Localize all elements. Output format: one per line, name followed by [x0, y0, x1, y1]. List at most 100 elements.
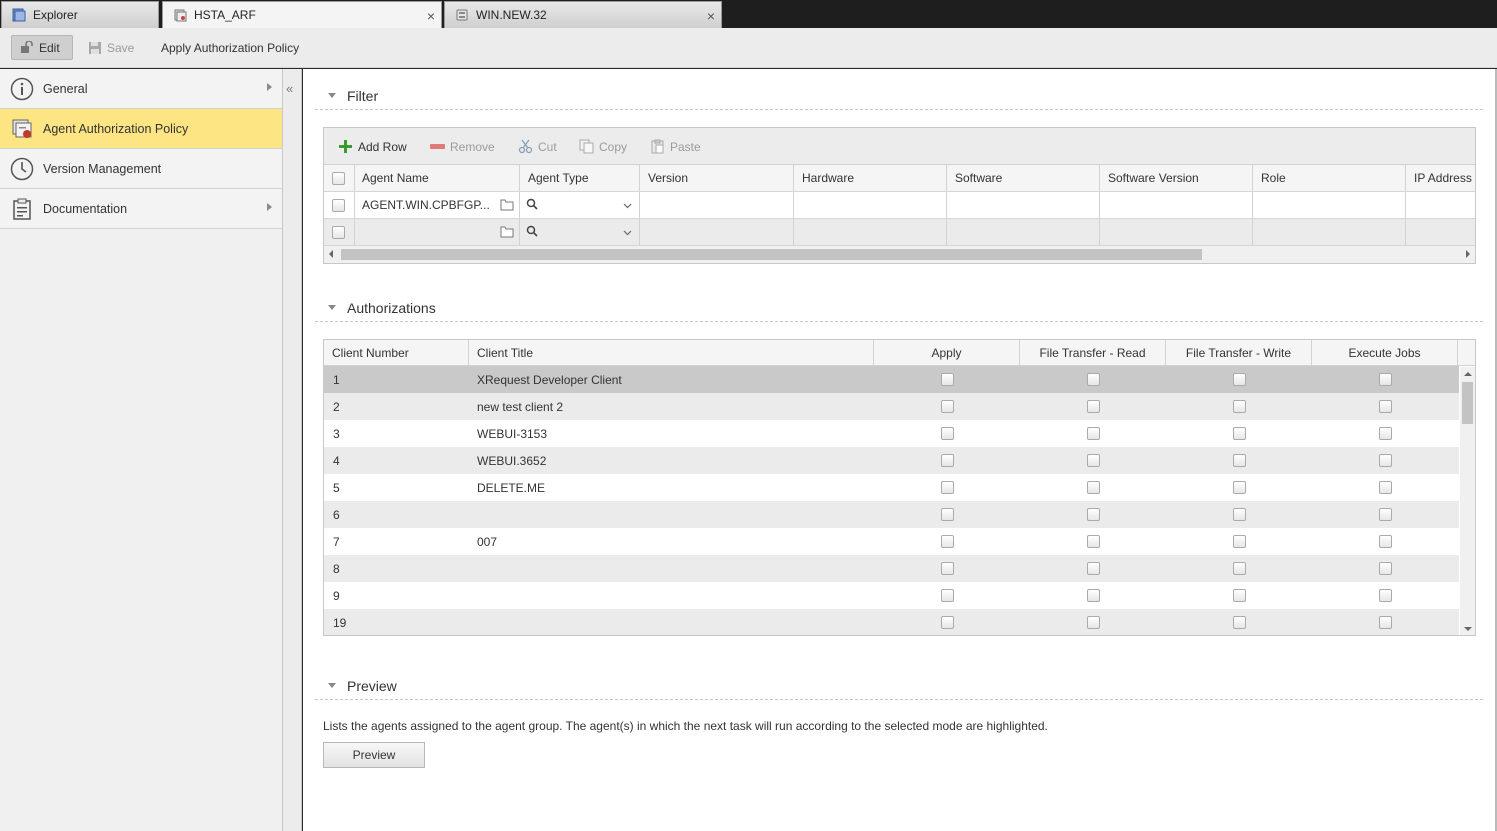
apply-authorization-policy-button[interactable]: Apply Authorization Policy — [153, 35, 307, 60]
remove-button[interactable]: Remove — [430, 139, 495, 154]
execute-jobs-checkbox[interactable] — [1378, 508, 1392, 521]
version-cell[interactable] — [640, 192, 794, 218]
software-cell[interactable] — [947, 192, 1100, 218]
hardware-cell[interactable] — [794, 219, 947, 245]
scroll-left-icon[interactable] — [329, 250, 333, 258]
folder-icon[interactable] — [500, 225, 514, 241]
scroll-up-icon[interactable] — [1464, 372, 1472, 376]
ip-address-cell[interactable] — [1406, 219, 1475, 245]
column-header-apply[interactable]: Apply — [874, 340, 1020, 365]
file-transfer-read-checkbox[interactable] — [1086, 373, 1100, 386]
checkbox[interactable] — [332, 198, 345, 212]
folder-icon[interactable] — [500, 198, 514, 214]
sidebar-item-general[interactable]: General — [0, 69, 282, 109]
table-row[interactable]: 8 — [324, 555, 1459, 582]
table-row[interactable]: 7 007 — [324, 528, 1459, 555]
horizontal-scrollbar[interactable] — [324, 246, 1475, 263]
apply-checkbox[interactable] — [940, 589, 954, 602]
close-icon[interactable]: × — [707, 8, 715, 24]
execute-jobs-checkbox[interactable] — [1378, 400, 1392, 413]
column-header-hardware[interactable]: Hardware — [794, 165, 947, 191]
filter-section-header[interactable]: Filter — [315, 82, 1483, 110]
paste-button[interactable]: Paste — [650, 139, 701, 154]
software-version-cell[interactable] — [1100, 192, 1253, 218]
table-row[interactable]: 2 new test client 2 — [324, 393, 1459, 420]
file-transfer-read-checkbox[interactable] — [1086, 481, 1100, 494]
save-button[interactable]: Save — [80, 35, 142, 60]
execute-jobs-checkbox[interactable] — [1378, 562, 1392, 575]
column-header-software[interactable]: Software — [947, 165, 1100, 191]
file-transfer-read-checkbox[interactable] — [1086, 562, 1100, 575]
execute-jobs-checkbox[interactable] — [1378, 454, 1392, 467]
software-version-cell[interactable] — [1100, 219, 1253, 245]
column-header-agent-name[interactable]: Agent Name — [355, 165, 520, 191]
column-header-file-transfer-write[interactable]: File Transfer - Write — [1166, 340, 1312, 365]
add-row-button[interactable]: Add Row — [338, 139, 407, 154]
column-header-ip-address[interactable]: IP Address — [1406, 165, 1475, 191]
edit-button[interactable]: Edit — [11, 35, 73, 60]
file-transfer-read-checkbox[interactable] — [1086, 535, 1100, 548]
execute-jobs-checkbox[interactable] — [1378, 427, 1392, 440]
apply-checkbox[interactable] — [940, 535, 954, 548]
copy-button[interactable]: Copy — [579, 139, 627, 154]
column-header-agent-type[interactable]: Agent Type — [520, 165, 640, 191]
file-transfer-write-checkbox[interactable] — [1232, 373, 1246, 386]
column-header-client-number[interactable]: Client Number — [324, 340, 469, 365]
apply-checkbox[interactable] — [940, 454, 954, 467]
file-transfer-write-checkbox[interactable] — [1232, 400, 1246, 413]
agent-type-select[interactable] — [520, 219, 640, 245]
file-transfer-read-checkbox[interactable] — [1086, 427, 1100, 440]
file-transfer-read-checkbox[interactable] — [1086, 454, 1100, 467]
preview-button[interactable]: Preview — [323, 742, 425, 768]
hardware-cell[interactable] — [794, 192, 947, 218]
role-cell[interactable] — [1253, 219, 1406, 245]
apply-checkbox[interactable] — [940, 427, 954, 440]
table-row[interactable]: 19 — [324, 609, 1459, 635]
checkbox[interactable] — [332, 225, 345, 239]
table-row[interactable]: 9 — [324, 582, 1459, 609]
file-transfer-read-checkbox[interactable] — [1086, 400, 1100, 413]
apply-checkbox[interactable] — [940, 373, 954, 386]
column-header-software-version[interactable]: Software Version — [1100, 165, 1253, 191]
scrollbar-thumb[interactable] — [1462, 382, 1473, 424]
row-checkbox[interactable] — [324, 219, 355, 245]
agent-name-cell[interactable] — [355, 219, 520, 245]
table-row[interactable]: 1 XRequest Developer Client — [324, 366, 1459, 393]
cut-button[interactable]: Cut — [518, 139, 557, 154]
file-transfer-write-checkbox[interactable] — [1232, 589, 1246, 602]
ip-address-cell[interactable] — [1406, 192, 1475, 218]
scroll-right-icon[interactable] — [1466, 250, 1470, 258]
sidebar-item-agent-authorization-policy[interactable]: Agent Authorization Policy — [0, 109, 282, 149]
column-header-role[interactable]: Role — [1253, 165, 1406, 191]
execute-jobs-checkbox[interactable] — [1378, 616, 1392, 629]
select-all-checkbox[interactable] — [324, 165, 355, 191]
file-transfer-read-checkbox[interactable] — [1086, 589, 1100, 602]
checkbox[interactable] — [332, 171, 345, 185]
apply-checkbox[interactable] — [940, 508, 954, 521]
column-header-client-title[interactable]: Client Title — [469, 340, 874, 365]
tab-win-new-32[interactable]: WIN.NEW.32 × — [444, 1, 722, 28]
role-cell[interactable] — [1253, 192, 1406, 218]
file-transfer-write-checkbox[interactable] — [1232, 427, 1246, 440]
row-checkbox[interactable] — [324, 192, 355, 218]
execute-jobs-checkbox[interactable] — [1378, 481, 1392, 494]
file-transfer-write-checkbox[interactable] — [1232, 616, 1246, 629]
file-transfer-write-checkbox[interactable] — [1232, 454, 1246, 467]
version-cell[interactable] — [640, 219, 794, 245]
table-row[interactable]: 4 WEBUI.3652 — [324, 447, 1459, 474]
close-icon[interactable]: × — [427, 8, 435, 24]
tab-hsta-arf[interactable]: HSTA_ARF × — [162, 1, 442, 28]
apply-checkbox[interactable] — [940, 616, 954, 629]
tab-explorer[interactable]: Explorer — [1, 1, 159, 28]
execute-jobs-checkbox[interactable] — [1378, 373, 1392, 386]
execute-jobs-checkbox[interactable] — [1378, 589, 1392, 602]
file-transfer-read-checkbox[interactable] — [1086, 508, 1100, 521]
sidebar-collapse-toggle[interactable]: « — [283, 69, 302, 831]
column-header-version[interactable]: Version — [640, 165, 794, 191]
file-transfer-write-checkbox[interactable] — [1232, 508, 1246, 521]
file-transfer-read-checkbox[interactable] — [1086, 616, 1100, 629]
table-row[interactable]: 6 — [324, 501, 1459, 528]
apply-checkbox[interactable] — [940, 400, 954, 413]
sidebar-item-version-management[interactable]: Version Management — [0, 149, 282, 189]
file-transfer-write-checkbox[interactable] — [1232, 481, 1246, 494]
